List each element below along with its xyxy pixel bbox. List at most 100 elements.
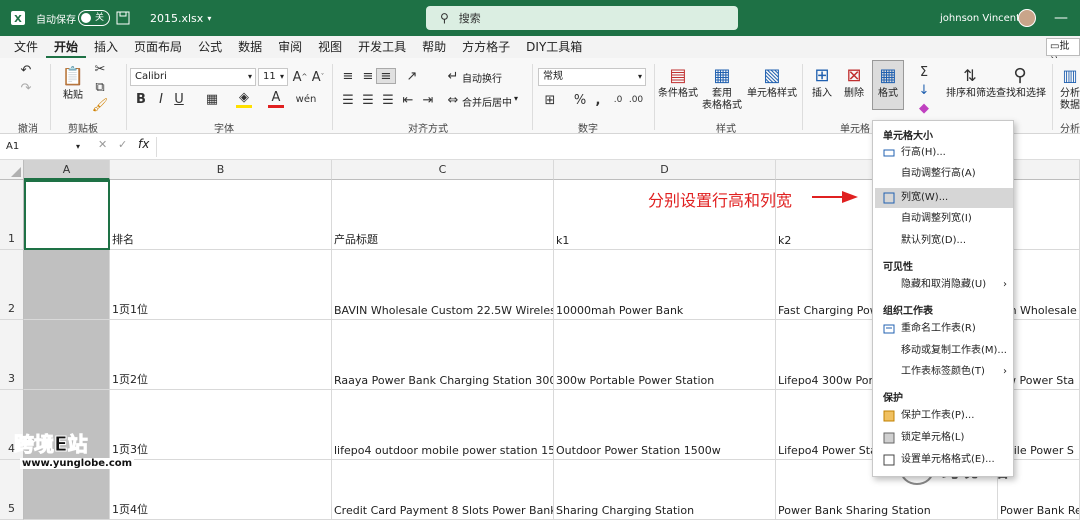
- cell-b3[interactable]: 1页2位: [110, 320, 332, 390]
- cell-c3[interactable]: Raaya Power Bank Charging Station 300W: [332, 320, 554, 390]
- cell-c1[interactable]: 产品标题: [332, 180, 554, 250]
- file-name[interactable]: 2015.xlsx ▾: [150, 0, 211, 36]
- column-header-c[interactable]: C: [332, 160, 554, 180]
- autosave-toggle[interactable]: 关: [78, 0, 110, 36]
- autosum-icon[interactable]: Σ: [916, 64, 932, 80]
- menu-item-lock-cell[interactable]: 锁定单元格(L): [875, 428, 1013, 448]
- cell-a2[interactable]: [24, 250, 110, 320]
- cell-b2[interactable]: 1页1位: [110, 250, 332, 320]
- align-top-icon[interactable]: ≡: [340, 68, 356, 84]
- increase-decimal-icon[interactable]: .0: [610, 92, 626, 108]
- merge-icon[interactable]: ⇔: [446, 92, 460, 108]
- tab-review[interactable]: 审阅: [270, 36, 310, 58]
- row-header-2[interactable]: 2: [0, 250, 24, 320]
- find-select-button[interactable]: 查找和选择: [996, 88, 1046, 100]
- menu-item-rename-sheet[interactable]: 重命名工作表(R): [875, 319, 1013, 339]
- chevron-down-icon[interactable]: ▾: [514, 94, 518, 103]
- select-all-corner[interactable]: [0, 160, 24, 180]
- copy-icon[interactable]: ⧉: [92, 80, 108, 95]
- row-header-3[interactable]: 3: [0, 320, 24, 390]
- cancel-icon[interactable]: ✕: [98, 138, 107, 151]
- undo-icon[interactable]: ↶: [16, 62, 36, 78]
- phonetic-icon[interactable]: wén: [296, 90, 317, 108]
- search-box[interactable]: ⚲ 搜索: [426, 6, 738, 30]
- sort-filter-button[interactable]: 排序和筛选: [946, 88, 996, 100]
- increase-indent-icon[interactable]: ⇥: [420, 92, 436, 108]
- menu-item-autofit-row[interactable]: 自动调整行高(A): [875, 164, 1013, 184]
- delete-cells-icon[interactable]: ⊠: [842, 64, 866, 86]
- cell-styles-button[interactable]: 单元格样式: [746, 88, 798, 100]
- increase-font-icon[interactable]: A ^: [292, 68, 308, 86]
- menu-item-hide-unhide[interactable]: 隐藏和取消隐藏(U) ›: [875, 275, 1013, 295]
- cell-d2[interactable]: 10000mah Power Bank: [554, 250, 776, 320]
- merge-center-button[interactable]: 合并后居中: [462, 94, 512, 109]
- number-format-select[interactable]: 常规 ▾: [538, 68, 646, 86]
- underline-button[interactable]: U: [172, 90, 186, 108]
- menu-item-protect-sheet[interactable]: 保护工作表(P)...: [875, 406, 1013, 426]
- cell-d3[interactable]: 300w Portable Power Station: [554, 320, 776, 390]
- cell-d4[interactable]: Outdoor Power Station 1500w: [554, 390, 776, 460]
- column-header-b[interactable]: B: [110, 160, 332, 180]
- menu-item-column-width[interactable]: 列宽(W)...: [875, 188, 1013, 208]
- insert-cells-button[interactable]: 插入: [810, 88, 834, 100]
- cell-b4[interactable]: 1页3位: [110, 390, 332, 460]
- cell-styles-icon[interactable]: ▧: [760, 64, 784, 86]
- comma-icon[interactable]: ,: [592, 92, 604, 108]
- tab-insert[interactable]: 插入: [86, 36, 126, 58]
- orientation-icon[interactable]: ↗: [402, 68, 422, 84]
- comments-button[interactable]: ▭批注: [1046, 38, 1080, 68]
- border-icon[interactable]: ▦: [204, 90, 220, 108]
- cell-c4[interactable]: lifepo4 outdoor mobile power station 150…: [332, 390, 554, 460]
- align-bottom-icon[interactable]: ≡: [376, 68, 396, 84]
- fill-icon[interactable]: ↓: [916, 82, 932, 98]
- cell-a5[interactable]: [24, 460, 110, 520]
- format-as-table-icon[interactable]: ▦: [710, 64, 734, 86]
- row-header-1[interactable]: 1: [0, 180, 24, 250]
- sort-filter-icon[interactable]: ⇅: [958, 64, 982, 86]
- wrap-text-button[interactable]: 自动换行: [462, 70, 502, 85]
- bold-button[interactable]: B: [134, 90, 148, 108]
- cut-icon[interactable]: ✂: [92, 62, 108, 77]
- enter-icon[interactable]: ✓: [118, 138, 127, 151]
- font-color-icon[interactable]: A: [268, 90, 284, 108]
- format-as-table-button[interactable]: 套用 表格格式: [700, 88, 744, 112]
- save-icon[interactable]: [116, 0, 130, 36]
- tab-developer[interactable]: 开发工具: [350, 36, 414, 58]
- tab-diy-toolbox[interactable]: DIY工具箱: [518, 36, 590, 58]
- decrease-indent-icon[interactable]: ⇤: [400, 92, 416, 108]
- tab-help[interactable]: 帮助: [414, 36, 454, 58]
- insert-cells-icon[interactable]: ⊞: [810, 64, 834, 86]
- cell-b5[interactable]: 1页4位: [110, 460, 332, 520]
- decrease-font-icon[interactable]: Aˇ: [310, 68, 326, 86]
- menu-item-row-height[interactable]: 行高(H)...: [875, 143, 1013, 163]
- cell-a1[interactable]: [24, 180, 110, 250]
- fill-color-icon[interactable]: ◈: [236, 90, 252, 108]
- align-left-icon[interactable]: ☰: [340, 92, 356, 108]
- column-header-a[interactable]: A: [24, 160, 110, 180]
- conditional-format-icon[interactable]: ▤: [666, 64, 690, 86]
- tab-data[interactable]: 数据: [230, 36, 270, 58]
- tab-home[interactable]: 开始: [46, 36, 87, 58]
- align-middle-icon[interactable]: ≡: [360, 68, 376, 84]
- decrease-decimal-icon[interactable]: .00: [628, 92, 644, 108]
- menu-item-move-copy[interactable]: 移动或复制工作表(M)...: [875, 341, 1013, 361]
- menu-item-tab-color[interactable]: 工作表标签颜色(T) ›: [875, 362, 1013, 382]
- font-name-select[interactable]: Calibri ▾: [130, 68, 256, 86]
- tab-file[interactable]: 文件: [6, 36, 46, 58]
- find-select-icon[interactable]: ⚲: [1008, 64, 1032, 86]
- wrap-text-icon[interactable]: ↵: [446, 68, 460, 84]
- tab-formulas[interactable]: 公式: [190, 36, 230, 58]
- cell-a3[interactable]: [24, 320, 110, 390]
- tab-fangfang[interactable]: 方方格子: [454, 36, 518, 58]
- menu-item-format-cells[interactable]: 设置单元格格式(E)...: [875, 450, 1013, 470]
- redo-icon[interactable]: ↷: [16, 80, 36, 96]
- row-header-5[interactable]: 5: [0, 460, 24, 520]
- conditional-format-button[interactable]: 条件格式: [656, 88, 700, 100]
- align-right-icon[interactable]: ☰: [380, 92, 396, 108]
- insert-function-icon[interactable]: fx: [138, 137, 149, 151]
- cell-c2[interactable]: BAVIN Wholesale Custom 22.5W Wireless M: [332, 250, 554, 320]
- analyze-data-button[interactable]: 分析 数据: [1060, 88, 1080, 112]
- excel-icon[interactable]: X: [10, 0, 26, 36]
- italic-button[interactable]: I: [154, 90, 168, 108]
- analyze-data-icon[interactable]: ▥: [1060, 64, 1080, 86]
